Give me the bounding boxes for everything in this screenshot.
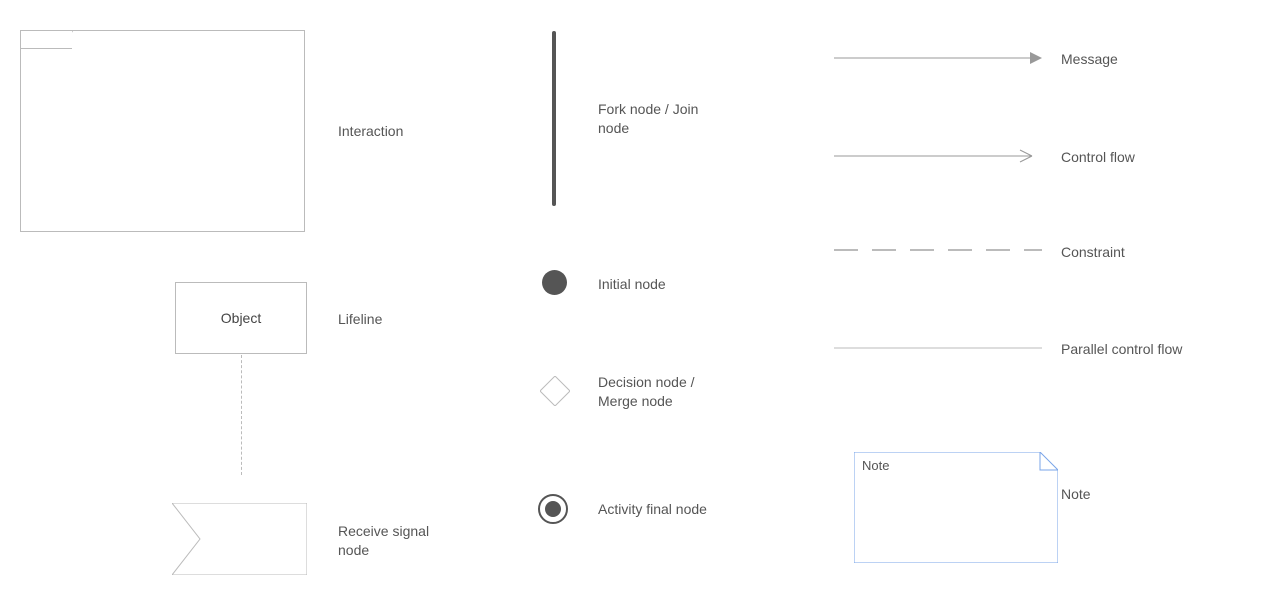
receive-signal-symbol [172,503,307,575]
interaction-symbol [20,30,305,232]
interaction-tag [21,31,73,49]
parallel-control-flow-label: Parallel control flow [1061,340,1182,359]
initial-node-symbol [542,270,567,295]
lifeline-head: Object [175,282,307,354]
decision-node-symbol [540,376,570,406]
constraint-label: Constraint [1061,243,1125,262]
parallel-control-flow-symbol [834,344,1044,352]
message-arrow-icon [834,50,1044,66]
lifeline-symbol: Object [175,282,307,354]
activity-final-symbol [538,494,568,524]
receive-signal-icon [172,503,307,575]
lifeline-label: Lifeline [338,310,382,329]
decision-node-label: Decision node / Merge node [598,373,695,411]
control-flow-symbol [834,148,1044,164]
note-symbol: Note [854,452,1058,563]
activity-final-label: Activity final node [598,500,707,519]
receive-signal-label: Receive signal node [338,522,429,560]
note-inner-text: Note [862,458,889,473]
activity-final-inner [545,501,561,517]
message-label: Message [1061,50,1118,69]
interaction-label: Interaction [338,122,403,141]
fork-join-symbol [552,31,556,206]
constraint-line-icon [834,246,1044,254]
initial-node-label: Initial node [598,275,666,294]
diamond-icon [540,376,570,406]
parallel-line-icon [834,344,1044,352]
constraint-symbol [834,246,1044,254]
control-flow-arrow-icon [834,148,1044,164]
interaction-frame [20,30,305,232]
note-label: Note [1061,485,1091,504]
lifeline-object-text: Object [221,310,261,326]
control-flow-label: Control flow [1061,148,1135,167]
lifeline-tail [241,355,242,475]
fork-join-label: Fork node / Join node [598,100,698,138]
message-symbol [834,50,1044,66]
